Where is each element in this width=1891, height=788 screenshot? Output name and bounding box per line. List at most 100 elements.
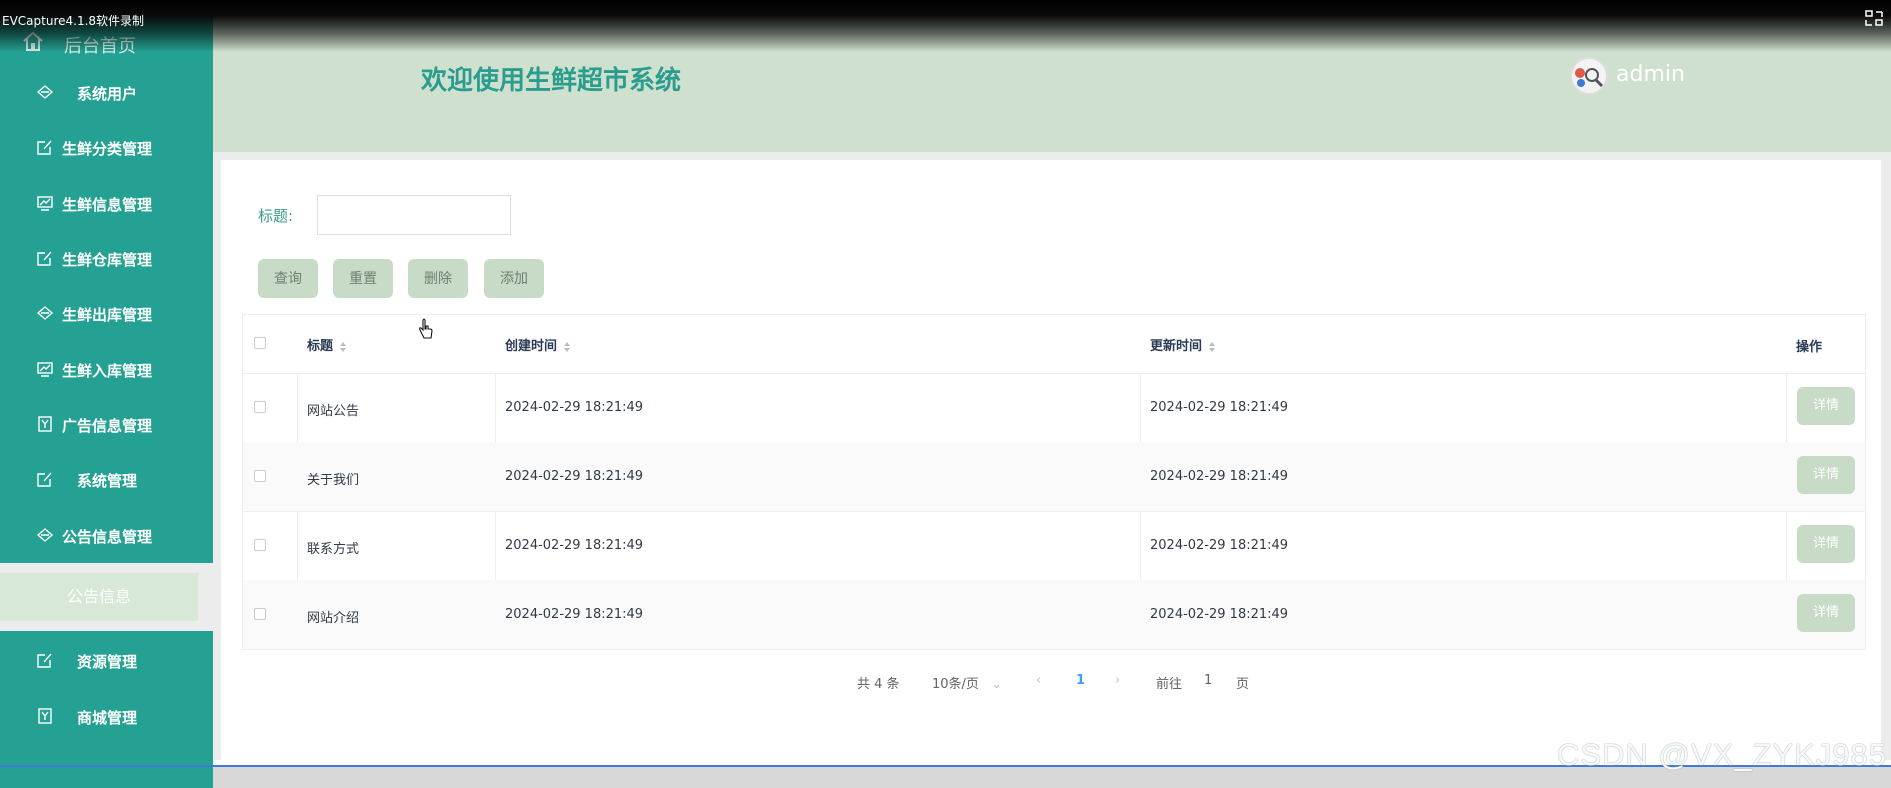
sidebar-item-label: 生鲜分类管理 bbox=[61, 140, 152, 158]
sidebar-item-label: 广告信息管理 bbox=[61, 417, 152, 435]
badge-icon bbox=[38, 416, 52, 432]
sidebar-item-system[interactable]: 系统管理 bbox=[0, 459, 213, 499]
column-header-title[interactable]: 标题 bbox=[307, 335, 347, 354]
sort-icon[interactable] bbox=[1208, 341, 1216, 353]
column-header-created[interactable]: 创建时间 bbox=[505, 335, 571, 354]
add-button[interactable]: 添加 bbox=[484, 259, 544, 298]
cell-updated: 2024-02-29 18:21:49 bbox=[1150, 538, 1289, 553]
table-row: 网站介绍 2024-02-29 18:21:49 2024-02-29 18:2… bbox=[243, 580, 1865, 649]
sidebar-item-label: 系统用户 bbox=[76, 85, 137, 103]
sidebar-item-category[interactable]: 生鲜分类管理 bbox=[0, 127, 213, 167]
edit-icon bbox=[37, 472, 52, 487]
sidebar-item-announcements[interactable]: 公告信息管理 bbox=[0, 515, 213, 555]
sort-icon[interactable] bbox=[563, 341, 571, 353]
goto-prefix: 前往 bbox=[1156, 677, 1183, 692]
row-checkbox[interactable] bbox=[254, 608, 266, 620]
cell-updated: 2024-02-29 18:21:49 bbox=[1150, 469, 1289, 484]
announcement-table: 标题 创建时间 更新时间 操作 网站公告 2024-02-29 18:21:49… bbox=[242, 314, 1866, 650]
avatar-icon bbox=[1575, 68, 1604, 88]
chart-icon bbox=[37, 196, 53, 211]
home-icon bbox=[23, 31, 43, 51]
sidebar-item-inbound[interactable]: 生鲜入库管理 bbox=[0, 349, 213, 389]
column-header-action: 操作 bbox=[1796, 340, 1823, 355]
pagination-total: 共 4 条 bbox=[857, 677, 900, 692]
user-name[interactable]: admin bbox=[1616, 62, 1685, 87]
badge-icon bbox=[38, 708, 52, 724]
column-header-label: 创建时间 bbox=[505, 339, 558, 354]
sidebar-item-product-info[interactable]: 生鲜信息管理 bbox=[0, 183, 213, 223]
sidebar-item-label: 生鲜信息管理 bbox=[61, 196, 152, 214]
detail-button[interactable]: 详情 bbox=[1797, 387, 1855, 425]
sidebar-item-label: 商城管理 bbox=[76, 709, 137, 727]
sidebar: 后台首页 系统用户 生鲜分类管理 生鲜信息管理 生鲜仓库管理 生鲜出库管理 生鲜… bbox=[0, 0, 213, 788]
sidebar-item-label: 资源管理 bbox=[76, 653, 137, 671]
sidebar-item-resources[interactable]: 资源管理 bbox=[0, 640, 213, 680]
cell-created: 2024-02-29 18:21:49 bbox=[505, 400, 644, 415]
cell-created: 2024-02-29 18:21:49 bbox=[505, 607, 644, 622]
sidebar-item-warehouse[interactable]: 生鲜仓库管理 bbox=[0, 238, 213, 278]
edit-icon bbox=[37, 653, 52, 668]
table-header: 标题 创建时间 更新时间 操作 bbox=[243, 315, 1865, 374]
cell-title: 关于我们 bbox=[307, 473, 360, 488]
column-header-label: 更新时间 bbox=[1150, 339, 1203, 354]
cell-title: 网站公告 bbox=[307, 404, 360, 419]
column-header-label: 标题 bbox=[307, 339, 334, 354]
submenu-item-announcement-info[interactable]: 公告信息 bbox=[0, 573, 198, 621]
cell-updated: 2024-02-29 18:21:49 bbox=[1150, 607, 1289, 622]
cell-updated: 2024-02-29 18:21:49 bbox=[1150, 400, 1289, 415]
reset-button[interactable]: 重置 bbox=[333, 259, 393, 298]
sort-icon[interactable] bbox=[339, 341, 347, 353]
delete-button[interactable]: 删除 bbox=[408, 259, 468, 298]
goto-page-input[interactable]: 1 bbox=[1204, 673, 1212, 688]
edit-icon bbox=[37, 140, 52, 155]
sidebar-item-label: 后台首页 bbox=[64, 36, 136, 57]
query-button[interactable]: 查询 bbox=[258, 259, 318, 298]
diamond-icon bbox=[36, 528, 54, 542]
sidebar-item-system-users[interactable]: 系统用户 bbox=[0, 72, 213, 112]
chevron-down-icon: ⌄ bbox=[991, 677, 1002, 692]
avatar[interactable] bbox=[1570, 57, 1608, 95]
detail-button[interactable]: 详情 bbox=[1797, 594, 1855, 632]
column-header-updated[interactable]: 更新时间 bbox=[1150, 335, 1216, 354]
table-row: 网站公告 2024-02-29 18:21:49 2024-02-29 18:2… bbox=[243, 373, 1865, 443]
hand-cursor-icon bbox=[419, 318, 433, 339]
sidebar-item-label: 系统管理 bbox=[76, 472, 137, 490]
cell-title: 网站介绍 bbox=[307, 611, 360, 626]
watermark: CSDN @VX_ZYKJ985 bbox=[1556, 737, 1887, 772]
prev-page-icon[interactable]: ‹ bbox=[1036, 673, 1041, 688]
chart-icon bbox=[37, 362, 53, 377]
sidebar-item-ads[interactable]: 广告信息管理 bbox=[0, 404, 213, 444]
cell-title: 联系方式 bbox=[307, 542, 360, 557]
capture-title: EVCapture4.1.8软件录制 bbox=[2, 14, 145, 28]
page-size-select[interactable]: 10条/页 ⌄ bbox=[932, 673, 1002, 692]
sidebar-item-label: 公告信息管理 bbox=[61, 528, 152, 546]
row-checkbox[interactable] bbox=[254, 539, 266, 551]
sidebar-item-mall[interactable]: 商城管理 bbox=[0, 696, 213, 736]
table-row: 关于我们 2024-02-29 18:21:49 2024-02-29 18:2… bbox=[243, 442, 1865, 512]
exit-fullscreen-icon[interactable] bbox=[1865, 10, 1883, 26]
cell-created: 2024-02-29 18:21:49 bbox=[505, 538, 644, 553]
table-row: 联系方式 2024-02-29 18:21:49 2024-02-29 18:2… bbox=[243, 511, 1865, 581]
current-page[interactable]: 1 bbox=[1076, 673, 1085, 688]
diamond-icon bbox=[36, 85, 54, 99]
row-checkbox[interactable] bbox=[254, 401, 266, 413]
sidebar-item-label: 生鲜出库管理 bbox=[61, 306, 152, 324]
cell-created: 2024-02-29 18:21:49 bbox=[505, 469, 644, 484]
next-page-icon[interactable]: › bbox=[1115, 673, 1120, 688]
sidebar-item-outbound[interactable]: 生鲜出库管理 bbox=[0, 293, 213, 333]
sidebar-bottom bbox=[0, 767, 213, 788]
detail-button[interactable]: 详情 bbox=[1797, 525, 1855, 563]
goto-suffix: 页 bbox=[1236, 677, 1250, 692]
edit-icon bbox=[37, 251, 52, 266]
search-label: 标题: bbox=[258, 207, 294, 225]
row-checkbox[interactable] bbox=[254, 470, 266, 482]
page-title: 欢迎使用生鲜超市系统 bbox=[421, 66, 682, 96]
diamond-icon bbox=[36, 306, 54, 320]
page-size-value: 10条/页 bbox=[932, 677, 979, 692]
title-search-input[interactable] bbox=[317, 195, 511, 235]
sidebar-item-label: 生鲜仓库管理 bbox=[61, 251, 152, 269]
submenu: 公告信息 bbox=[0, 563, 213, 631]
sidebar-item-label: 生鲜入库管理 bbox=[61, 362, 152, 380]
select-all-checkbox[interactable] bbox=[254, 337, 266, 349]
detail-button[interactable]: 详情 bbox=[1797, 456, 1855, 494]
